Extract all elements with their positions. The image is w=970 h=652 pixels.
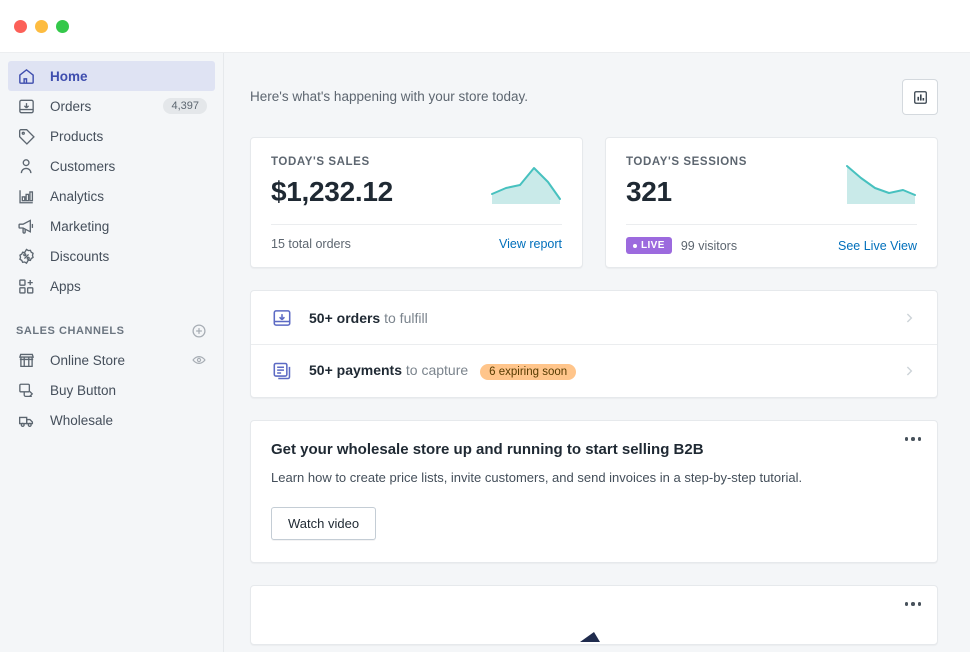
close-window-button[interactable] (14, 19, 27, 33)
orders-icon (16, 96, 36, 116)
view-report-link[interactable]: View report (499, 237, 562, 251)
promo-title: Get your wholesale store up and running … (271, 441, 704, 458)
sidebar-item-label: Buy Button (50, 382, 117, 398)
tasks-card: 50+ orders to fulfill 50+ payments to ca… (250, 290, 938, 398)
sidebar-item-label: Wholesale (50, 412, 114, 428)
task-count: 50+ payments (309, 362, 402, 379)
task-row-orders[interactable]: 50+ orders to fulfill (251, 291, 937, 344)
sidebar-item-label: Online Store (50, 352, 126, 368)
sidebar-item-label: Products (50, 128, 104, 144)
customers-icon (16, 156, 36, 176)
home-icon (16, 66, 36, 86)
todays-sales-card: TODAY'S SALES $1,232.12 15 total orders … (250, 137, 583, 268)
sidebar-item-label: Customers (50, 158, 116, 174)
bar-chart-icon[interactable] (902, 79, 938, 115)
kebab-dot (911, 437, 915, 441)
payments-icon (271, 360, 293, 382)
task-label: 50+ orders to fulfill (309, 310, 901, 326)
partial-card-graphic (580, 632, 600, 642)
wholesale-icon (16, 410, 36, 430)
kebab-dot (904, 437, 908, 441)
sidebar-item-home[interactable]: Home (8, 61, 215, 91)
sidebar-item-analytics[interactable]: Analytics (8, 181, 215, 211)
task-rest: to capture (402, 362, 469, 379)
live-badge: LIVE (626, 237, 672, 254)
sidebar-item-apps[interactable]: Apps (8, 271, 215, 301)
chevron-right-icon[interactable] (901, 310, 917, 326)
stats-row: TODAY'S SALES $1,232.12 15 total orders … (250, 137, 938, 268)
sidebar-item-marketing[interactable]: Marketing (8, 211, 215, 241)
main-content: Here's what's happening with your store … (224, 53, 970, 652)
partial-card (250, 585, 938, 645)
orders-icon (271, 307, 293, 329)
sidebar: Home Orders 4,397 Products Customers Ana… (0, 53, 224, 652)
store-icon (16, 350, 36, 370)
sidebar-item-orders[interactable]: Orders 4,397 (8, 91, 215, 121)
sessions-card-top: TODAY'S SESSIONS 321 (626, 156, 917, 208)
sidebar-item-label: Orders (50, 98, 92, 114)
analytics-icon (16, 186, 36, 206)
sidebar-item-discounts[interactable]: Discounts (8, 241, 215, 271)
title-bar (0, 0, 970, 53)
discounts-icon (16, 246, 36, 266)
sidebar-item-label: Marketing (50, 218, 110, 234)
sales-card-footer: 15 total orders View report (271, 224, 562, 264)
maximize-window-button[interactable] (56, 19, 69, 33)
task-count: 50+ orders (309, 309, 381, 326)
kebab-dot (904, 602, 908, 606)
task-label: 50+ payments to capture 6 expiring soon (309, 362, 901, 380)
wholesale-promo-card: Get your wholesale store up and running … (250, 420, 938, 563)
see-live-view-link[interactable]: See Live View (838, 239, 917, 253)
app-body: Home Orders 4,397 Products Customers Ana… (0, 53, 970, 652)
kebab-menu-icon[interactable] (904, 437, 921, 441)
sidebar-item-label: Discounts (50, 248, 110, 264)
sidebar-item-buy-button[interactable]: Buy Button (8, 375, 215, 405)
sidebar-item-products[interactable]: Products (8, 121, 215, 151)
sales-card-value: $1,232.12 (271, 176, 393, 207)
todays-sessions-card: TODAY'S SESSIONS 321 LIVE 99 visitors Se… (605, 137, 938, 268)
sidebar-item-customers[interactable]: Customers (8, 151, 215, 181)
sales-card-top: TODAY'S SALES $1,232.12 (271, 156, 562, 208)
sales-sparkline (491, 167, 561, 204)
live-dot-icon (633, 243, 637, 248)
kebab-menu-icon[interactable] (904, 602, 921, 606)
sales-card-title: TODAY'S SALES (271, 156, 370, 168)
sessions-card-subtext-wrap: LIVE 99 visitors (626, 237, 737, 254)
watch-video-button[interactable]: Watch video (271, 507, 377, 540)
sessions-card-subtext: 99 visitors (680, 238, 738, 253)
main-header: Here's what's happening with your store … (250, 79, 938, 115)
sidebar-item-online-store[interactable]: Online Store (8, 345, 215, 375)
greeting-text: Here's what's happening with your store … (250, 89, 529, 104)
app-window: Home Orders 4,397 Products Customers Ana… (0, 0, 970, 652)
sales-channels-header: SALES CHANNELS (16, 323, 207, 339)
plus-circle-icon[interactable] (191, 323, 207, 339)
sessions-card-value: 321 (626, 176, 672, 207)
task-rest: to fulfill (380, 309, 428, 326)
products-icon (16, 126, 36, 146)
expiring-badge: 6 expiring soon (480, 363, 577, 380)
orders-count-badge: 4,397 (163, 98, 207, 114)
kebab-dot (917, 437, 921, 441)
sales-channels-title: SALES CHANNELS (16, 325, 125, 337)
promo-subtitle: Learn how to create price lists, invite … (271, 470, 803, 485)
task-row-payments[interactable]: 50+ payments to capture 6 expiring soon (251, 344, 937, 397)
sidebar-item-label: Analytics (50, 188, 105, 204)
marketing-icon (16, 216, 36, 236)
live-badge-label: LIVE (641, 240, 665, 251)
apps-icon (16, 276, 36, 296)
minimize-window-button[interactable] (35, 19, 48, 33)
sessions-card-footer: LIVE 99 visitors See Live View (626, 224, 917, 267)
chevron-right-icon[interactable] (901, 363, 917, 379)
sidebar-item-label: Home (50, 68, 88, 84)
sales-card-subtext: 15 total orders (271, 237, 351, 251)
kebab-dot (911, 602, 915, 606)
sessions-card-title: TODAY'S SESSIONS (626, 156, 747, 168)
kebab-dot (917, 602, 921, 606)
eye-icon[interactable] (191, 352, 207, 368)
buy-button-icon (16, 380, 36, 400)
sidebar-item-label: Apps (50, 278, 81, 294)
sessions-sparkline (846, 165, 916, 204)
window-controls (14, 19, 69, 33)
sidebar-item-wholesale[interactable]: Wholesale (8, 405, 215, 435)
